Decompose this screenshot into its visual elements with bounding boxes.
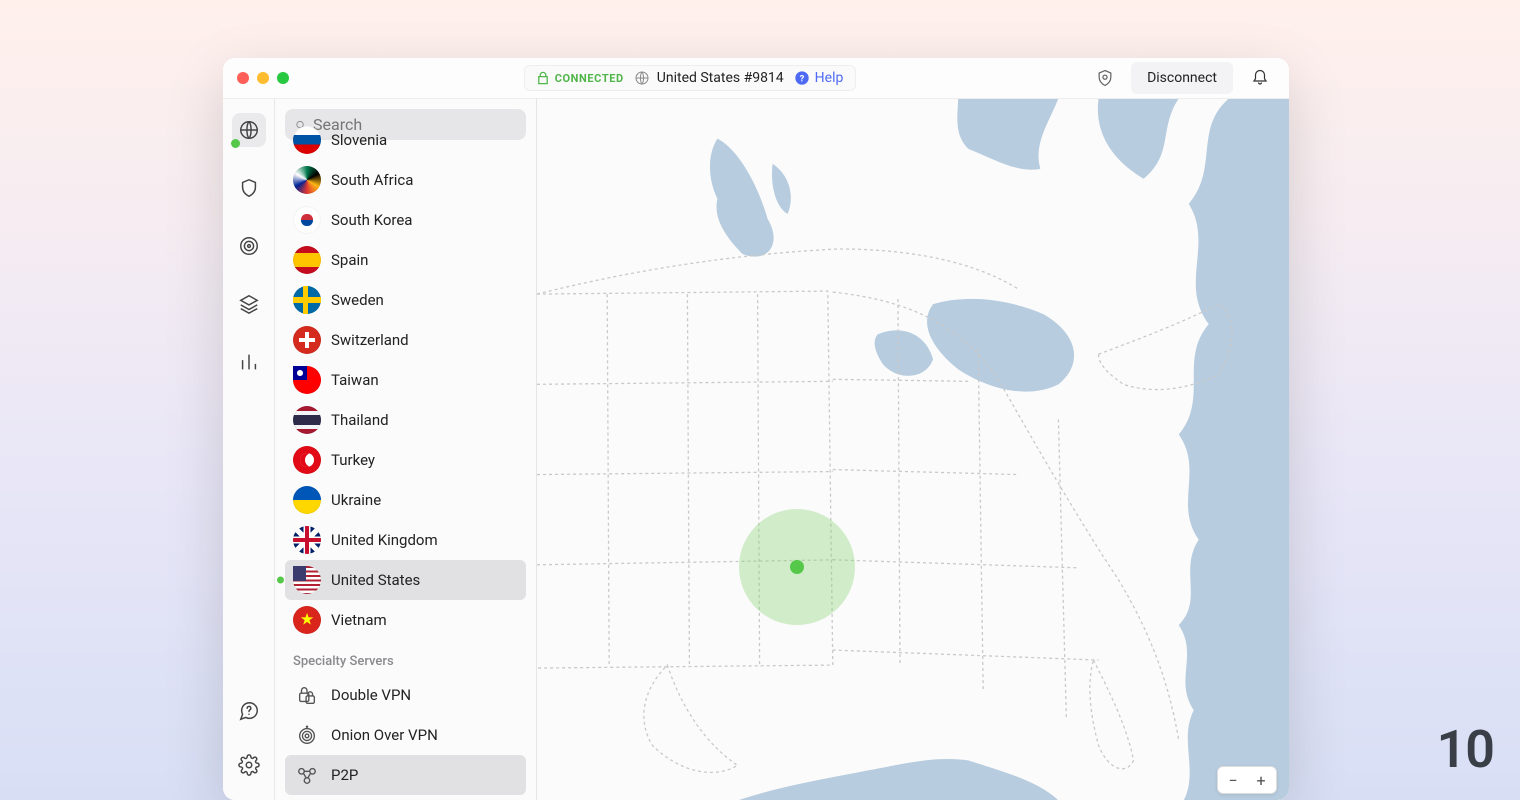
target-icon [238,235,260,257]
country-label: Sweden [331,291,384,309]
connection-status-bar: CONNECTED United States #9814 ? Help [524,65,857,91]
flag-taiwan-icon [293,366,321,394]
titlebar: CONNECTED United States #9814 ? Help Dis… [223,58,1289,99]
threat-protection-button[interactable] [1091,64,1119,92]
help-link[interactable]: ? Help [794,70,844,86]
flag-vietnam-icon [293,606,321,634]
notifications-button[interactable] [1245,63,1275,93]
map-svg [537,99,1289,800]
flag-spain-icon [293,246,321,274]
app-body: Slovenia South Africa South Korea Spain Swed… [223,99,1289,800]
server-location-marker[interactable] [739,509,855,625]
country-item-turkey[interactable]: Turkey [285,440,526,480]
nav-iconbar [223,99,275,800]
window-controls [237,72,289,84]
shield-small-icon [1095,68,1115,88]
help-icon: ? [794,70,810,86]
help-label: Help [815,70,844,86]
country-item-us[interactable]: United States [285,560,526,600]
gear-icon [238,754,260,776]
specialty-item-onion[interactable]: Onion Over VPN [285,715,526,755]
country-panel: Slovenia South Africa South Korea Spain Swed… [275,99,537,800]
map-view[interactable]: − + [537,99,1289,800]
stats-icon [238,351,260,373]
flag-sweden-icon [293,286,321,314]
country-item-spain[interactable]: Spain [285,240,526,280]
flag-uk-icon [293,526,321,554]
double-lock-icon [293,681,321,709]
country-label: South Korea [331,211,412,229]
p2p-icon [293,761,321,789]
country-label: United Kingdom [331,531,438,549]
country-label: Vietnam [331,611,387,629]
bell-icon [1251,69,1269,87]
country-label: Slovenia [331,131,387,149]
nav-target[interactable] [232,229,266,263]
globe-icon [238,119,260,141]
nav-support[interactable] [232,694,266,728]
country-item-uk[interactable]: United Kingdom [285,520,526,560]
zoom-in-button[interactable]: + [1248,769,1274,791]
nav-layers[interactable] [232,287,266,321]
connection-status: CONNECTED [537,71,624,85]
specialty-label: Double VPN [331,686,411,704]
specialty-header: Specialty Servers [285,640,526,675]
nav-countries[interactable] [232,113,266,147]
zoom-controls: − + [1217,766,1277,794]
country-item-switzerland[interactable]: Switzerland [285,320,526,360]
flag-switzerland-icon [293,326,321,354]
specialty-item-p2p[interactable]: P2P [285,755,526,795]
country-item-thailand[interactable]: Thailand [285,400,526,440]
close-window-button[interactable] [237,72,249,84]
server-label: United States #9814 [657,70,784,86]
specialty-item-double-lock[interactable]: Double VPN [285,675,526,715]
flag-thailand-icon [293,406,321,434]
country-label: Switzerland [331,331,409,349]
maximize-window-button[interactable] [277,72,289,84]
flag-ukraine-icon [293,486,321,514]
app-window: CONNECTED United States #9814 ? Help Dis… [223,58,1289,800]
svg-text:?: ? [799,73,804,84]
country-item-vietnam[interactable]: Vietnam [285,600,526,640]
country-item-slovenia[interactable]: Slovenia [285,120,526,160]
country-label: Ukraine [331,491,381,509]
country-list[interactable]: Slovenia South Africa South Korea Spain Swed… [275,120,536,800]
current-server[interactable]: United States #9814 [634,70,784,86]
minimize-window-button[interactable] [257,72,269,84]
globe-icon [634,70,650,86]
layers-icon [238,293,260,315]
flag-south-africa-icon [293,166,321,194]
country-item-ukraine[interactable]: Ukraine [285,480,526,520]
watermark: 10 [1437,719,1494,780]
country-label: Turkey [331,451,375,469]
lock-icon [537,71,549,85]
onion-icon [293,721,321,749]
country-label: Taiwan [331,371,379,389]
country-item-south-korea[interactable]: South Korea [285,200,526,240]
flag-turkey-icon [293,446,321,474]
country-item-south-africa[interactable]: South Africa [285,160,526,200]
shield-icon [238,177,260,199]
country-label: United States [331,571,420,589]
specialty-label: P2P [331,766,358,784]
country-label: Thailand [331,411,389,429]
flag-us-icon [293,566,321,594]
status-text: CONNECTED [555,72,624,85]
disconnect-button[interactable]: Disconnect [1131,62,1233,94]
nav-shield[interactable] [232,171,266,205]
specialty-label: Onion Over VPN [331,726,438,744]
flag-south-korea-icon [293,206,321,234]
country-label: South Africa [331,171,413,189]
zoom-out-button[interactable]: − [1220,769,1246,791]
country-label: Spain [331,251,368,269]
nav-settings[interactable] [232,748,266,782]
chat-help-icon [238,700,260,722]
flag-slovenia-icon [293,126,321,154]
country-item-taiwan[interactable]: Taiwan [285,360,526,400]
nav-stats[interactable] [232,345,266,379]
country-item-sweden[interactable]: Sweden [285,280,526,320]
